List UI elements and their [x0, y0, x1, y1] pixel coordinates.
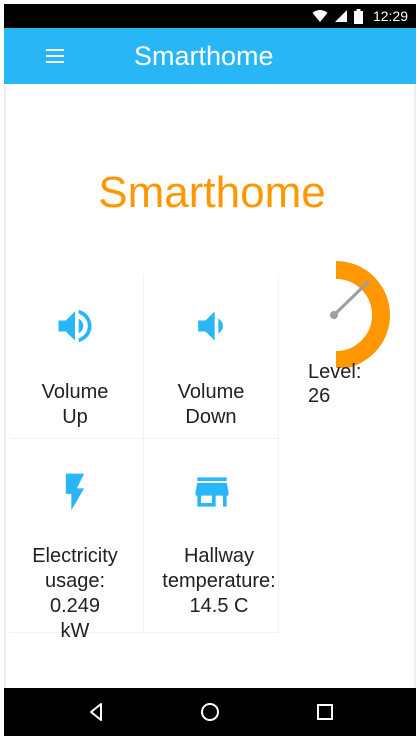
volume-up-icon: [8, 304, 142, 348]
home-icon: [201, 703, 219, 721]
home-button[interactable]: [198, 700, 222, 724]
cell-signal-icon: [334, 10, 347, 22]
wifi-icon: [312, 10, 328, 22]
battery-icon: [353, 8, 363, 24]
status-time: 12:29: [372, 8, 408, 24]
app-bar: Smarthome: [4, 28, 416, 84]
volume-down-icon: [144, 304, 278, 348]
menu-button[interactable]: [44, 46, 66, 66]
gauge-dial: [330, 261, 390, 369]
navigation-bar: [4, 688, 416, 736]
level-value: Level: 26: [308, 361, 362, 407]
level-gauge[interactable]: [296, 260, 400, 369]
menu-icon-line: [46, 61, 64, 63]
status-icons: 12:29: [312, 4, 408, 28]
hallway-temperature-tile[interactable]: Hallway temperature: 14.5 C: [144, 440, 294, 617]
app-bar-title: Smarthome: [134, 41, 274, 71]
back-button[interactable]: [84, 700, 108, 724]
volume-down-button[interactable]: Volume Down: [144, 274, 278, 436]
lightning-icon: [8, 470, 142, 514]
store-icon: [130, 470, 294, 514]
recents-button[interactable]: [313, 700, 337, 724]
recents-icon: [317, 704, 333, 720]
main-content: Smarthome Volume Up Volume Down Level: 2…: [4, 84, 416, 688]
electricity-usage-label: Electricity usage: 0.249 kW: [32, 545, 118, 642]
volume-up-label: Volume Up: [41, 381, 109, 428]
volume-down-label: Volume Down: [177, 381, 245, 428]
hallway-temperature-label: Hallway temperature: 14.5 C: [162, 545, 276, 617]
menu-icon: [46, 49, 64, 51]
grid-divider: [10, 438, 278, 439]
back-icon: [90, 703, 102, 721]
status-bar: 12:29: [4, 4, 416, 28]
electricity-usage-tile[interactable]: Electricity usage: 0.249 kW: [8, 440, 142, 642]
page-title: Smarthome: [98, 168, 326, 217]
volume-up-button[interactable]: Volume Up: [8, 274, 142, 436]
menu-icon-line: [46, 55, 64, 57]
